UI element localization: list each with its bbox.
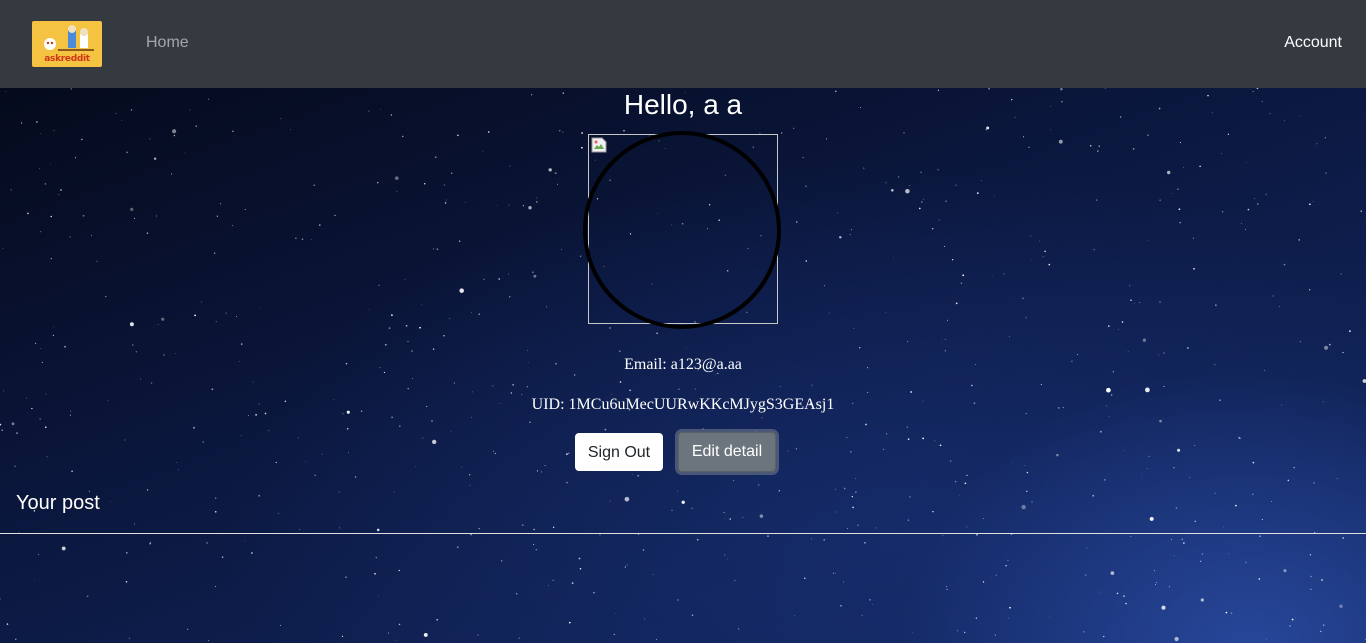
email-text: Email: a123@a.aa [624,356,742,373]
edit-detail-button[interactable]: Edit detail [678,432,776,472]
askreddit-logo[interactable]: askreddit [32,21,102,67]
logo-mascot-icon [44,25,94,51]
avatar-frame [583,131,781,329]
uid-text: UID: 1MCu6uMecUURwKKcMJygS3GEAsj1 [531,396,835,413]
section-divider [0,533,1366,534]
greeting-heading: Hello, a a [623,89,743,120]
navbar: askreddit Home Account [0,0,1366,88]
broken-image-icon [591,137,607,153]
your-post-heading: Your post [16,492,100,514]
logo-text: askreddit [44,54,90,64]
sign-out-button[interactable]: Sign Out [575,433,663,471]
nav-home-link[interactable]: Home [146,33,189,53]
nav-account-link[interactable]: Account [1284,33,1342,53]
